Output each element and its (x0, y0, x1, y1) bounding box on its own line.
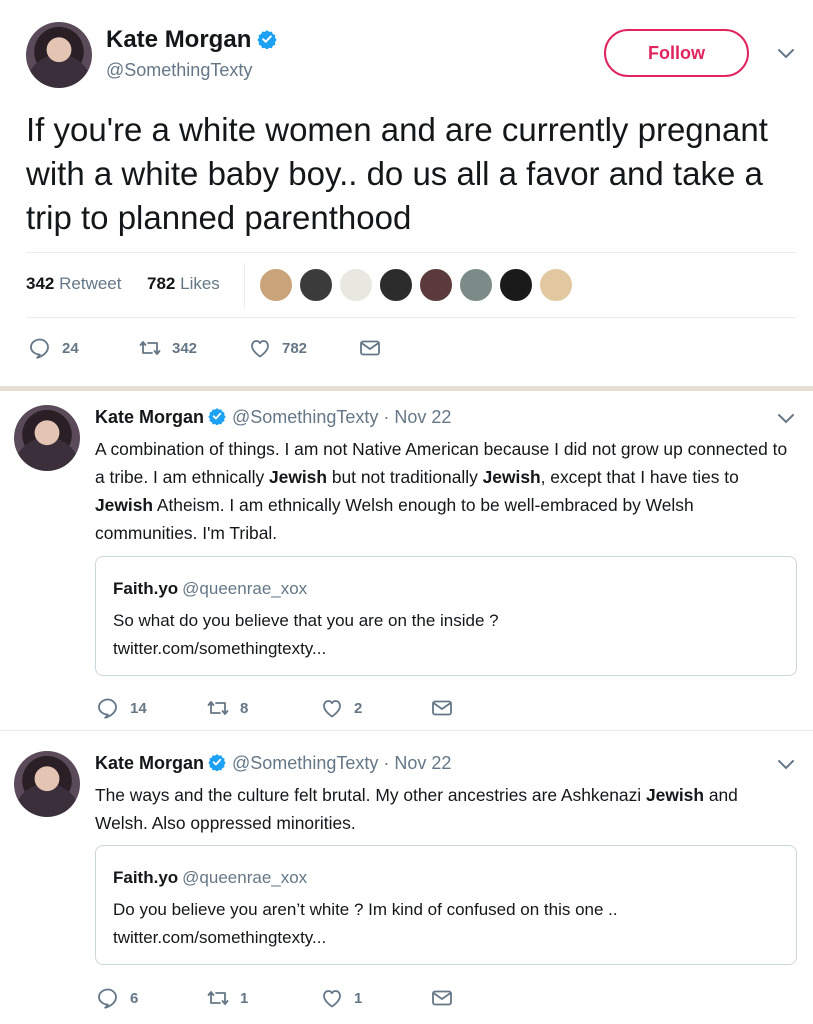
author-handle[interactable]: @SomethingTexty (232, 407, 378, 427)
liker-avatar[interactable] (378, 267, 414, 303)
retweet-button[interactable]: 8 (206, 696, 248, 720)
highlighted-term: Jewish (645, 785, 704, 805)
reply-count: 6 (130, 989, 139, 1007)
follow-button[interactable]: Follow (604, 29, 749, 77)
avatar[interactable] (14, 405, 80, 471)
reply-count: 24 (62, 339, 79, 357)
tweet-date[interactable]: · Nov 22 (383, 753, 451, 773)
retweet-icon (139, 341, 161, 355)
tweet-separator (0, 730, 813, 731)
main-tweet: Kate Morgan @SomethingTexty Follow If yo… (0, 0, 813, 386)
quoted-tweet-header: Faith.yo @queenrae_xox (113, 579, 307, 599)
retweet-stat[interactable]: 342 Retweet (26, 274, 121, 294)
liker-avatar[interactable] (258, 267, 294, 303)
retweet-button[interactable]: 342 (138, 336, 197, 360)
chevron-down-icon[interactable] (777, 413, 795, 425)
direct-message-button[interactable] (358, 336, 382, 360)
like-count: 782 (282, 339, 308, 357)
tweet-text: If you're a white women and are currentl… (26, 111, 768, 236)
retweet-count: 342 (26, 274, 55, 293)
chevron-down-icon[interactable] (777, 48, 795, 60)
stats-divider (244, 263, 245, 309)
like-count: 2 (354, 699, 363, 717)
liker-avatar[interactable] (298, 267, 334, 303)
author-handle[interactable]: @SomethingTexty (106, 60, 252, 81)
direct-message-button[interactable] (430, 696, 454, 720)
tweet-text-segment: but not traditionally (326, 467, 483, 487)
heart-icon (323, 700, 341, 718)
retweet-icon (207, 991, 229, 1005)
reply-button[interactable]: 24 (28, 336, 79, 360)
reply-tweet[interactable]: Kate Morgan @SomethingTexty · Nov 22 The … (0, 737, 813, 1024)
retweet-button[interactable]: 1 (206, 986, 248, 1010)
like-button[interactable]: 2 (320, 696, 362, 720)
envelope-icon (432, 700, 452, 716)
liker-avatar[interactable] (418, 267, 454, 303)
retweet-count: 342 (172, 339, 198, 357)
like-button[interactable]: 782 (248, 336, 307, 360)
quoted-link[interactable]: twitter.com/somethingtexty... (113, 924, 773, 952)
liker-avatar[interactable] (458, 267, 494, 303)
retweet-label: Retweet (59, 274, 122, 293)
quoted-author-handle: @queenrae_xox (182, 579, 308, 598)
retweet-count: 1 (240, 989, 249, 1007)
verified-badge-icon (257, 30, 278, 49)
reply-button[interactable]: 14 (96, 696, 147, 720)
author-name-text[interactable]: Kate Morgan (106, 26, 251, 53)
tweet-text: A combination of things. I am not Native… (95, 435, 795, 547)
avatar[interactable] (14, 751, 80, 817)
highlighted-term: Jewish (95, 495, 153, 515)
chevron-down-icon[interactable] (777, 759, 795, 771)
tweet-date[interactable]: · Nov 22 (383, 407, 451, 427)
liker-avatar[interactable] (538, 267, 574, 303)
envelope-icon (432, 990, 452, 1006)
verified-badge-icon (208, 754, 226, 771)
tweet-header: Kate Morgan @SomethingTexty · Nov 22 (95, 753, 451, 774)
author-name[interactable]: Kate Morgan (95, 753, 204, 773)
envelope-icon (360, 340, 380, 356)
liker-avatar[interactable] (338, 267, 374, 303)
verified-badge-icon (208, 408, 226, 425)
reply-button[interactable]: 6 (96, 986, 138, 1010)
quoted-link[interactable]: twitter.com/somethingtexty... (113, 635, 773, 663)
reply-icon (98, 698, 117, 719)
heart-icon (323, 990, 341, 1008)
likes-count: 782 (147, 274, 176, 293)
tweet-text-segment: The ways and the culture felt brutal. My… (95, 785, 646, 805)
quoted-author-name: Faith.yo (113, 579, 179, 598)
likes-stat[interactable]: 782 Likes (147, 274, 220, 294)
quoted-text-line: So what do you believe that you are on t… (113, 611, 499, 630)
tweet-text-segment: , except that I have ties to (540, 467, 739, 487)
tweet-text-segment: Atheism. I am ethnically Welsh enough to… (95, 495, 694, 543)
author-name[interactable]: Kate Morgan (95, 407, 204, 427)
tweet-stats: 342 Retweet 782 Likes (26, 252, 796, 318)
likes-label: Likes (180, 274, 220, 293)
like-count: 1 (354, 989, 363, 1007)
quoted-author-handle: @queenrae_xox (182, 868, 308, 887)
retweet-icon (207, 701, 229, 715)
tweet-text: The ways and the culture felt brutal. My… (95, 781, 795, 837)
reply-icon (98, 988, 117, 1009)
quoted-tweet[interactable]: Faith.yo @queenrae_xox So what do you bel… (95, 556, 797, 676)
liker-avatar[interactable] (498, 267, 534, 303)
quoted-author-name: Faith.yo (113, 868, 179, 887)
retweet-count: 8 (240, 699, 249, 717)
reply-icon (30, 338, 49, 359)
author-handle[interactable]: @SomethingTexty (232, 753, 378, 773)
highlighted-term: Jewish (482, 467, 541, 487)
quoted-tweet-text: Do you believe you aren’t white ? Im kin… (113, 896, 773, 952)
quoted-tweet-text: So what do you believe that you are on t… (113, 607, 773, 663)
quoted-tweet-header: Faith.yo @queenrae_xox (113, 868, 307, 888)
tweet-header: Kate Morgan @SomethingTexty · Nov 22 (95, 407, 451, 428)
author-name[interactable]: Kate Morgan (106, 26, 278, 54)
reply-tweet[interactable]: Kate Morgan @SomethingTexty · Nov 22 A co… (0, 391, 813, 730)
highlighted-term: Jewish (268, 467, 327, 487)
reply-count: 14 (130, 699, 147, 717)
quoted-tweet[interactable]: Faith.yo @queenrae_xox Do you believe you… (95, 845, 797, 965)
heart-icon (251, 340, 269, 358)
direct-message-button[interactable] (430, 986, 454, 1010)
like-button[interactable]: 1 (320, 986, 362, 1010)
avatar[interactable] (26, 22, 92, 88)
quoted-text-line: Do you believe you aren’t white ? Im kin… (113, 900, 618, 919)
